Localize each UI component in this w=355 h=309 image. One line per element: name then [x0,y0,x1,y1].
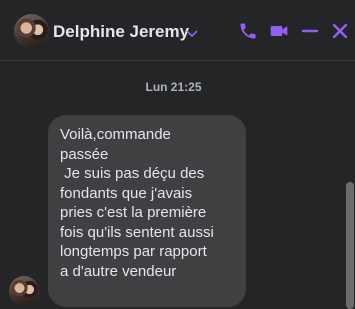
phone-icon[interactable] [236,19,260,43]
sender-avatar[interactable] [9,276,39,306]
close-icon[interactable] [328,19,352,43]
message-text: Voilà,commande passée Je suis pas déçu d… [60,126,214,280]
chevron-down-icon[interactable] [186,26,198,38]
contact-name[interactable]: Delphine Jeremy [53,22,189,42]
minimize-icon[interactable] [298,19,322,43]
chat-header: Delphine Jeremy [0,0,355,61]
video-camera-icon[interactable] [267,19,291,43]
message-timestamp: Lun 21:25 [145,80,202,94]
chat-window: Delphine Jeremy Lun 21:25 Voilà,commande… [0,0,355,309]
contact-avatar[interactable] [14,14,49,49]
scrollbar-thumb[interactable] [346,182,354,309]
message-bubble[interactable]: Voilà,commande passée Je suis pas déçu d… [48,115,246,307]
